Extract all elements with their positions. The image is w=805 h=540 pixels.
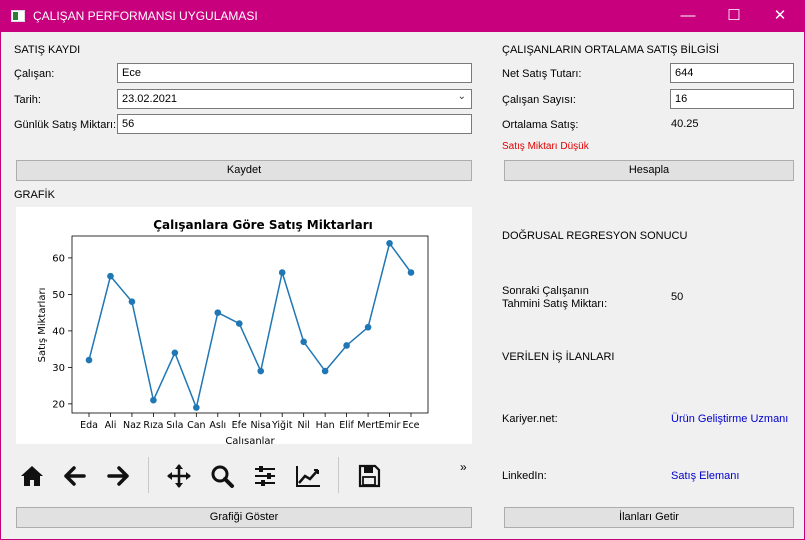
data-point: [85, 356, 93, 364]
x-tick-label: Rıza: [143, 420, 163, 431]
maximize-button[interactable]: ☐: [711, 1, 757, 32]
x-tick-label: Ece: [402, 420, 419, 431]
x-tick-label: Eda: [80, 420, 98, 431]
forward-arrow-icon[interactable]: [102, 461, 134, 491]
data-point: [407, 269, 415, 276]
data-point: [150, 396, 157, 404]
next-employee-label-line1: Sonraki Çalışanın: [502, 285, 589, 297]
plot-area: [71, 235, 429, 414]
avg-sales-label: Ortalama Satış:: [502, 119, 579, 131]
app-icon: [11, 10, 25, 22]
x-tick-label: Ali: [105, 420, 117, 431]
y-tick-label: 50: [52, 290, 65, 301]
calculate-button[interactable]: Hesapla: [504, 160, 794, 181]
data-point: [343, 342, 350, 349]
x-tick-label: Yiğit: [271, 420, 293, 431]
x-tick-label: Emir: [379, 420, 401, 431]
x-tick-label: Efe: [232, 420, 247, 431]
y-tick-label: 40: [52, 326, 65, 337]
employee-count-label: Çalışan Sayısı:: [502, 94, 576, 106]
x-tick-label: Aslı: [209, 420, 226, 431]
pan-icon[interactable]: [163, 461, 195, 491]
data-point: [321, 367, 329, 375]
data-point: [235, 320, 243, 327]
employee-count-input[interactable]: 16: [670, 89, 794, 109]
minimize-button[interactable]: —: [665, 1, 711, 32]
toolbar-separator: [338, 457, 339, 493]
x-tick-label: Sıla: [166, 420, 183, 431]
linkedin-label: LinkedIn:: [502, 470, 547, 482]
edit-curves-icon[interactable]: [292, 461, 324, 491]
y-tick-label: 60: [52, 253, 65, 264]
sales-chart-svg: Çalışanlara Göre Satış Miktarları 20 30 40…: [37, 218, 429, 447]
data-point: [364, 323, 372, 331]
x-axis-label: Calısanlar: [225, 436, 275, 444]
zoom-icon[interactable]: [206, 461, 238, 491]
app-window: ÇALIŞAN PERFORMANSI UYGULAMASI — ☐ ✕ SAT…: [0, 0, 805, 540]
chart-title: Çalışanlara Göre Satış Miktarları: [153, 218, 373, 232]
kariyer-label: Kariyer.net:: [502, 413, 558, 425]
next-employee-label-line2: Tahmini Satış Miktarı:: [502, 298, 608, 310]
linkedin-job-link[interactable]: Satış Elemanı: [671, 470, 739, 482]
x-tick-label: Elif: [339, 420, 354, 431]
data-point: [107, 272, 114, 280]
toolbar-overflow-icon[interactable]: »: [460, 460, 467, 474]
daily-sales-input[interactable]: 56: [117, 114, 472, 134]
y-tick-label: 20: [52, 399, 65, 410]
date-picker[interactable]: 23.02.2021 ⌄: [117, 89, 472, 109]
x-tick-label: Mert: [357, 420, 379, 431]
save-figure-icon[interactable]: [353, 461, 385, 491]
title-bar[interactable]: ÇALIŞAN PERFORMANSI UYGULAMASI — ☐ ✕: [1, 1, 804, 32]
date-value: 23.02.2021: [122, 93, 178, 105]
low-sales-warning: Satış Miktarı Düşük: [502, 141, 589, 152]
chart-heading: GRAFİK: [14, 189, 55, 201]
toolbar-separator: [148, 457, 149, 493]
close-button[interactable]: ✕: [757, 1, 803, 32]
employee-input[interactable]: Ece: [117, 63, 472, 83]
data-point: [257, 367, 265, 375]
employee-label: Çalışan:: [14, 68, 55, 80]
chevron-down-icon[interactable]: ⌄: [458, 91, 466, 102]
data-point: [171, 349, 179, 357]
daily-sales-label: Günlük Satış Miktarı:: [14, 119, 117, 131]
save-button[interactable]: Kaydet: [16, 160, 472, 181]
y-axis-label: Satış Miktarları: [37, 288, 48, 363]
sales-record-heading: SATIŞ KAYDI: [14, 44, 81, 56]
data-point: [278, 269, 286, 276]
regression-heading: DOĞRUSAL REGRESYON SONUCU: [502, 230, 688, 242]
x-tick-label: Nisa: [250, 420, 271, 431]
jobs-heading: VERİLEN İŞ İLANLARI: [502, 351, 615, 363]
fetch-jobs-button[interactable]: İlanları Getir: [504, 507, 794, 528]
x-tick-label: Can: [187, 420, 205, 431]
average-heading: ÇALIŞANLARIN ORTALAMA SATIŞ BİLGİSİ: [502, 44, 720, 56]
data-point: [214, 309, 222, 316]
net-sales-input[interactable]: 644: [670, 63, 794, 83]
x-tick-label: Han: [316, 420, 335, 431]
show-chart-button[interactable]: Grafiği Göster: [16, 507, 472, 528]
data-point: [386, 239, 393, 247]
data-point: [193, 404, 200, 411]
x-tick-label: Nil: [297, 420, 309, 431]
avg-sales-value: 40.25: [671, 118, 699, 130]
window-title: ÇALIŞAN PERFORMANSI UYGULAMASI: [33, 9, 258, 23]
data-point: [300, 338, 307, 346]
date-label: Tarih:: [14, 94, 41, 106]
predicted-sales-value: 50: [671, 291, 684, 303]
sales-chart: Çalışanlara Göre Satış Miktarları 20 30 40…: [16, 207, 472, 447]
home-icon[interactable]: [16, 461, 48, 491]
net-sales-label: Net Satış Tutarı:: [502, 68, 582, 80]
back-arrow-icon[interactable]: [59, 461, 91, 491]
configure-subplots-icon[interactable]: [249, 461, 281, 491]
chart-toolbar: »: [16, 453, 472, 499]
kariyer-job-link[interactable]: Ürün Geliştirme Uzmanı: [671, 413, 788, 425]
data-point: [128, 298, 136, 305]
x-tick-label: Naz: [123, 420, 141, 431]
y-tick-label: 30: [52, 363, 65, 374]
series-line: [88, 241, 412, 411]
